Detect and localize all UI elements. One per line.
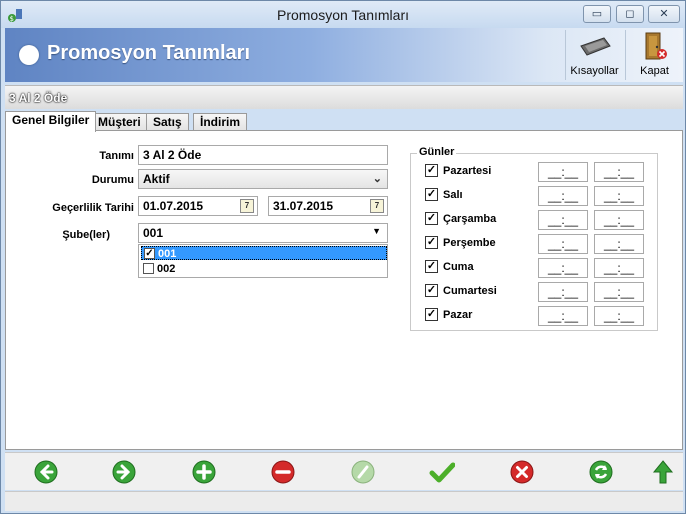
bottom-toolbar: [5, 452, 683, 490]
record-title: 3 Al 2 Öde: [9, 91, 68, 105]
banner-title: Promosyon Tanımları: [47, 42, 251, 64]
start-time-field[interactable]: __:__: [538, 306, 588, 326]
day-label: Pazar: [443, 309, 473, 321]
next-arrow-icon[interactable]: [111, 459, 137, 485]
name-field[interactable]: 3 Al 2 Öde: [138, 145, 388, 165]
status-label: Durumu: [91, 174, 134, 186]
end-time-field[interactable]: __:__: [594, 282, 644, 302]
up-arrow-icon[interactable]: [650, 459, 676, 485]
tab-label: Satış: [153, 115, 182, 129]
edit-icon[interactable]: [350, 459, 376, 485]
end-time-field[interactable]: __:__: [594, 306, 644, 326]
validity-label: Geçerlilik Tarihi: [52, 202, 134, 214]
prev-arrow-icon[interactable]: [33, 459, 59, 485]
day-row-pazartesi: ✓ Pazartesi __:__ __:__: [425, 162, 655, 182]
day-label: Perşembe: [443, 237, 496, 249]
confirm-icon[interactable]: [429, 459, 455, 485]
day-row-cuma: ✓ Cuma __:__ __:__: [425, 258, 655, 278]
status-value: Aktif: [143, 172, 170, 186]
branch-dropdown-list: ✓ 001 002: [138, 244, 388, 278]
start-date-value: 01.07.2015: [143, 199, 204, 213]
checkbox[interactable]: [143, 263, 154, 274]
branch-option-label: 001: [158, 248, 177, 260]
banner-circle-icon: [19, 45, 39, 65]
tab-strip: Genel Bilgiler Müşteri Satış İndirim: [5, 111, 683, 132]
tab-satis[interactable]: Satış: [146, 113, 189, 131]
checkbox[interactable]: ✓: [425, 164, 438, 177]
start-time-field[interactable]: __:__: [538, 258, 588, 278]
start-time-field[interactable]: __:__: [538, 282, 588, 302]
shortcuts-button[interactable]: Kısayollar: [565, 30, 623, 80]
end-time-field[interactable]: __:__: [594, 234, 644, 254]
dropdown-arrow-icon: ▼: [372, 226, 381, 236]
checkbox[interactable]: ✓: [425, 212, 438, 225]
end-time-field[interactable]: __:__: [594, 162, 644, 182]
maximize-button[interactable]: ◻: [616, 5, 644, 23]
start-time-field[interactable]: __:__: [538, 162, 588, 182]
day-label: Salı: [443, 189, 463, 201]
day-label: Cumartesi: [443, 285, 497, 297]
tab-label: Genel Bilgiler: [12, 113, 90, 127]
close-button[interactable]: Kapat: [625, 30, 683, 80]
end-date-field[interactable]: 31.07.2015 7: [268, 196, 388, 216]
status-select[interactable]: Aktif ⌄: [138, 169, 388, 189]
calendar-icon[interactable]: 7: [370, 199, 384, 213]
close-label: Kapat: [640, 65, 669, 77]
day-label: Cuma: [443, 261, 474, 273]
days-group-title: Günler: [417, 146, 457, 158]
day-row-sali: ✓ Salı __:__ __:__: [425, 186, 655, 206]
checkbox[interactable]: ✓: [144, 248, 155, 259]
add-icon[interactable]: [191, 459, 217, 485]
title-bar[interactable]: $ Promosyon Tanımları ▭ ◻ ✕: [1, 1, 685, 28]
day-label: Pazartesi: [443, 165, 492, 177]
start-time-field[interactable]: __:__: [538, 234, 588, 254]
shortcuts-label: Kısayollar: [570, 65, 619, 77]
tab-label: İndirim: [200, 115, 241, 129]
branch-value: 001: [143, 226, 164, 240]
tab-indirim[interactable]: İndirim: [193, 113, 248, 131]
tab-musteri[interactable]: Müşteri: [91, 113, 148, 131]
start-date-field[interactable]: 01.07.2015 7: [138, 196, 258, 216]
day-label: Çarşamba: [443, 213, 497, 225]
name-label: Tanımı: [99, 150, 134, 162]
calendar-icon[interactable]: 7: [240, 199, 254, 213]
day-row-persembe: ✓ Perşembe __:__ __:__: [425, 234, 655, 254]
start-time-field[interactable]: __:__: [538, 210, 588, 230]
days-group: Günler ✓ Pazartesi __:__ __:__ ✓ Salı __…: [410, 146, 658, 331]
tab-genel-bilgiler[interactable]: Genel Bilgiler: [5, 111, 97, 132]
checkbox[interactable]: ✓: [425, 284, 438, 297]
end-time-field[interactable]: __:__: [594, 186, 644, 206]
checkbox[interactable]: ✓: [425, 236, 438, 249]
day-row-cumartesi: ✓ Cumartesi __:__ __:__: [425, 282, 655, 302]
refresh-icon[interactable]: [588, 459, 614, 485]
general-info-panel: Tanımı 3 Al 2 Öde Durumu Aktif ⌄ Geçerli…: [5, 130, 683, 450]
day-row-pazar: ✓ Pazar __:__ __:__: [425, 306, 655, 326]
tab-label: Müşteri: [98, 115, 141, 129]
application-window: $ Promosyon Tanımları ▭ ◻ ✕ Promosyon Ta…: [0, 0, 686, 514]
record-title-bar: 3 Al 2 Öde: [5, 85, 683, 109]
keyboard-icon: [580, 37, 611, 56]
checkbox[interactable]: ✓: [425, 260, 438, 273]
branch-label: Şube(ler): [62, 229, 110, 241]
cancel-icon[interactable]: [509, 459, 535, 485]
delete-icon[interactable]: [270, 459, 296, 485]
end-time-field[interactable]: __:__: [594, 258, 644, 278]
chevron-down-icon: ⌄: [372, 173, 382, 185]
branch-option-label: 002: [157, 263, 176, 275]
day-row-carsamba: ✓ Çarşamba __:__ __:__: [425, 210, 655, 230]
start-time-field[interactable]: __:__: [538, 186, 588, 206]
end-time-field[interactable]: __:__: [594, 210, 644, 230]
minimize-button[interactable]: ▭: [583, 5, 611, 23]
door-exit-icon: [645, 32, 667, 60]
branch-select[interactable]: 001 ▼: [138, 223, 388, 243]
branch-option[interactable]: 002: [141, 262, 387, 276]
close-window-button[interactable]: ✕: [648, 5, 680, 23]
status-bar: [5, 491, 683, 511]
header-banner: Promosyon Tanımları Kısayollar Kapat: [5, 28, 683, 82]
branch-option[interactable]: ✓ 001: [141, 246, 387, 260]
checkbox[interactable]: ✓: [425, 188, 438, 201]
checkbox[interactable]: ✓: [425, 308, 438, 321]
end-date-value: 31.07.2015: [273, 199, 334, 213]
